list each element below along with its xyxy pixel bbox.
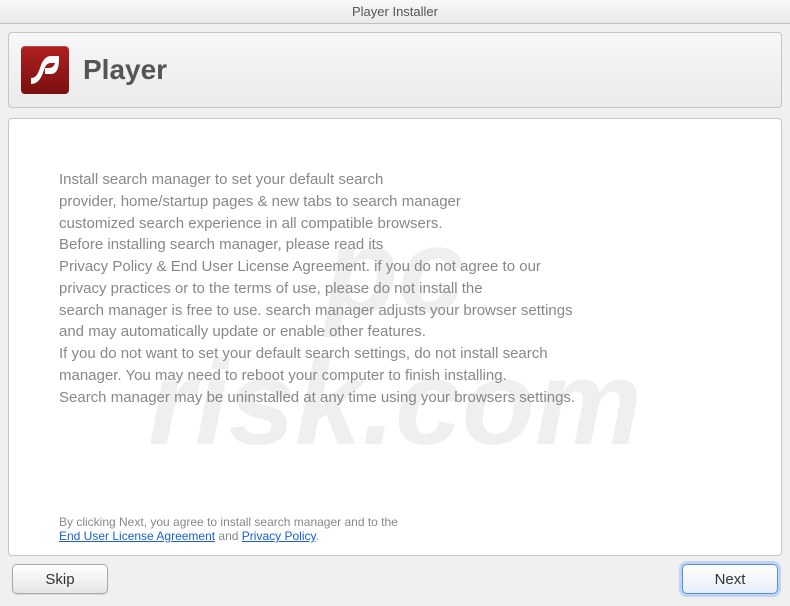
window-titlebar: Player Installer bbox=[0, 0, 790, 24]
button-row: Skip Next bbox=[8, 556, 782, 598]
eula-link[interactable]: End User License Agreement bbox=[59, 529, 215, 543]
window-body: Player pc risk.com Install search manage… bbox=[0, 24, 790, 606]
app-name: Player bbox=[83, 54, 167, 86]
content-panel: pc risk.com Install search manager to se… bbox=[8, 118, 782, 556]
skip-button[interactable]: Skip bbox=[12, 564, 108, 594]
header-panel: Player bbox=[8, 32, 782, 108]
footer-and: and bbox=[215, 529, 242, 543]
footer-prefix: By clicking Next, you agree to install s… bbox=[59, 515, 398, 529]
privacy-policy-link[interactable]: Privacy Policy bbox=[242, 529, 316, 543]
flash-player-icon bbox=[21, 46, 69, 94]
agreement-footer: By clicking Next, you agree to install s… bbox=[59, 515, 731, 543]
window-title: Player Installer bbox=[352, 4, 438, 19]
next-button[interactable]: Next bbox=[682, 564, 778, 594]
installer-description: Install search manager to set your defau… bbox=[59, 169, 731, 408]
